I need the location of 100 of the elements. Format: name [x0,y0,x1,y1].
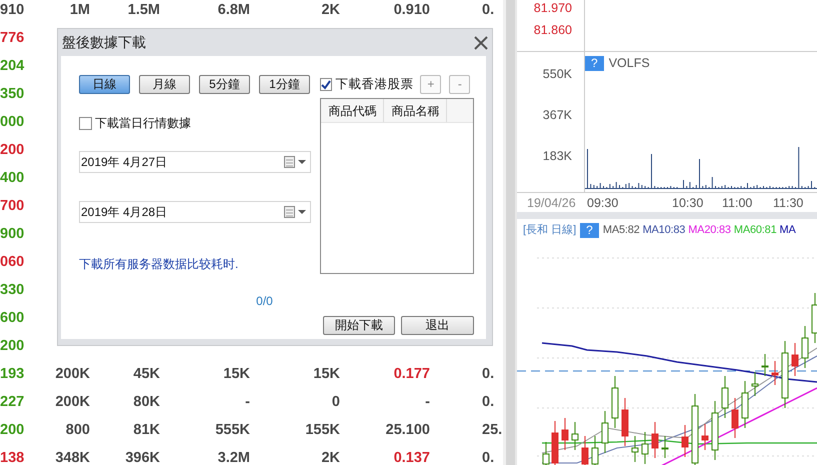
table-cell: 900 [0,226,24,242]
axis-label: 183K [542,148,572,165]
progress-count: 0/0 [256,294,273,308]
table-cell: 193 [0,366,24,382]
ma-legend: MA60:81 [734,222,776,238]
table-cell: 348K [55,450,90,465]
candle [692,394,698,465]
date-picker[interactable]: 2019年 4月28日 [79,201,312,223]
table-cell: 350 [0,86,24,102]
candle [702,424,708,450]
table-cell: 200 [0,338,24,354]
table-cell: - [425,394,430,410]
table-cell: 0 [332,394,340,410]
table-cell: 396K [125,450,160,465]
period-button[interactable]: 日線 [79,75,130,94]
table-cell: 776 [0,30,24,46]
column-header[interactable]: 商品代碼 [321,99,384,122]
ma-legend: MA20:83 [688,222,731,238]
table-cell: 000 [0,114,24,130]
table-cell: 204 [0,58,24,74]
calendar-icon[interactable] [284,206,306,218]
candle [752,372,758,396]
candle [632,436,638,462]
close-icon[interactable] [474,36,488,50]
table-cell: 15K [223,366,250,382]
table-cell: 700 [0,198,24,214]
checkbox[interactable] [320,78,332,91]
candle [742,380,748,428]
date-picker[interactable]: 2019年 4月27日 [79,151,312,173]
table-cell: 3.2M [218,450,250,465]
candle [762,354,768,376]
date-value: 2019年 4月28日 [81,204,168,221]
exit-button[interactable]: 退出 [401,316,474,335]
table-cell: 200 [0,422,24,438]
ma-legend: MA5:82 [602,222,640,238]
table-cell: 138 [0,450,24,465]
table-cell: 0. [482,394,494,410]
table-cell: 0.910 [394,2,430,18]
note-text: 下載所有服务器数据比较耗时. [79,256,240,273]
table-cell: 200K [55,366,90,382]
dialog-title: 盤後數據下載 [62,33,146,52]
axis-label: 10:30 [672,195,704,212]
table-cell: 0. [482,2,494,18]
table-cell: 400 [0,170,24,186]
price-label: 81.970 [534,0,572,17]
candle [562,418,568,450]
column-header[interactable]: 商品名稱 [384,99,448,122]
period-button[interactable]: 1分鐘 [259,75,310,94]
date-value: 2019年 4月27日 [81,154,168,171]
axis-label: 19/04/26 [527,195,576,212]
candle [602,410,608,454]
candle [572,422,578,450]
period-button[interactable]: 5分鐘 [199,75,250,94]
table-cell: 200K [55,394,90,410]
calendar-icon[interactable] [284,156,306,168]
chart-title: [長和 日線] [523,223,576,238]
table-cell: 1M [70,2,90,18]
candle [592,436,598,465]
table-cell: 227 [0,394,24,410]
candle [772,360,778,386]
period-button[interactable]: 月線 [139,75,190,94]
candle [552,420,558,465]
checkbox[interactable] [79,116,92,130]
candle [782,340,788,408]
axis-label: 550K [542,66,572,83]
table-cell: 2K [321,450,340,465]
axis-label: 09:30 [587,195,618,212]
table-cell: 060 [0,254,24,270]
ma-legend: MA10:83 [642,222,686,238]
candle [812,292,817,344]
table-cell: 155K [305,422,340,438]
indicator-title: VOLFS [608,55,650,72]
table-cell: 45K [133,366,160,382]
table-cell: 80K [133,394,160,410]
table-cell: 0. [482,366,494,382]
axis-label: 11:00 [722,195,752,212]
candle [622,398,628,446]
table-cell: 1.5M [128,2,160,18]
candle [732,398,738,438]
candle [802,326,808,368]
candle [542,442,550,465]
candle [612,376,618,428]
table-cell: 800 [66,422,90,438]
axis-label: 367K [542,107,572,124]
table-cell: 25. [482,422,502,438]
table-cell: 910 [0,2,24,18]
checkbox-label: 下載香港股票 [335,76,414,94]
list-box[interactable]: 商品代碼 商品名稱 [320,98,474,274]
candle [662,436,668,458]
axis-label: 11:30 [773,195,804,212]
candle [652,422,658,458]
table-cell: - [245,394,250,410]
table-cell: 6.8M [218,2,250,18]
table-cell: 555K [215,422,250,438]
start-download-button[interactable]: 開始下載 [323,316,395,335]
table-cell: 2K [321,2,340,18]
candle [722,376,728,418]
table-cell: 25.100 [386,422,430,438]
candle [682,424,688,458]
checkbox-label: 下載當日行情數據 [95,115,191,132]
